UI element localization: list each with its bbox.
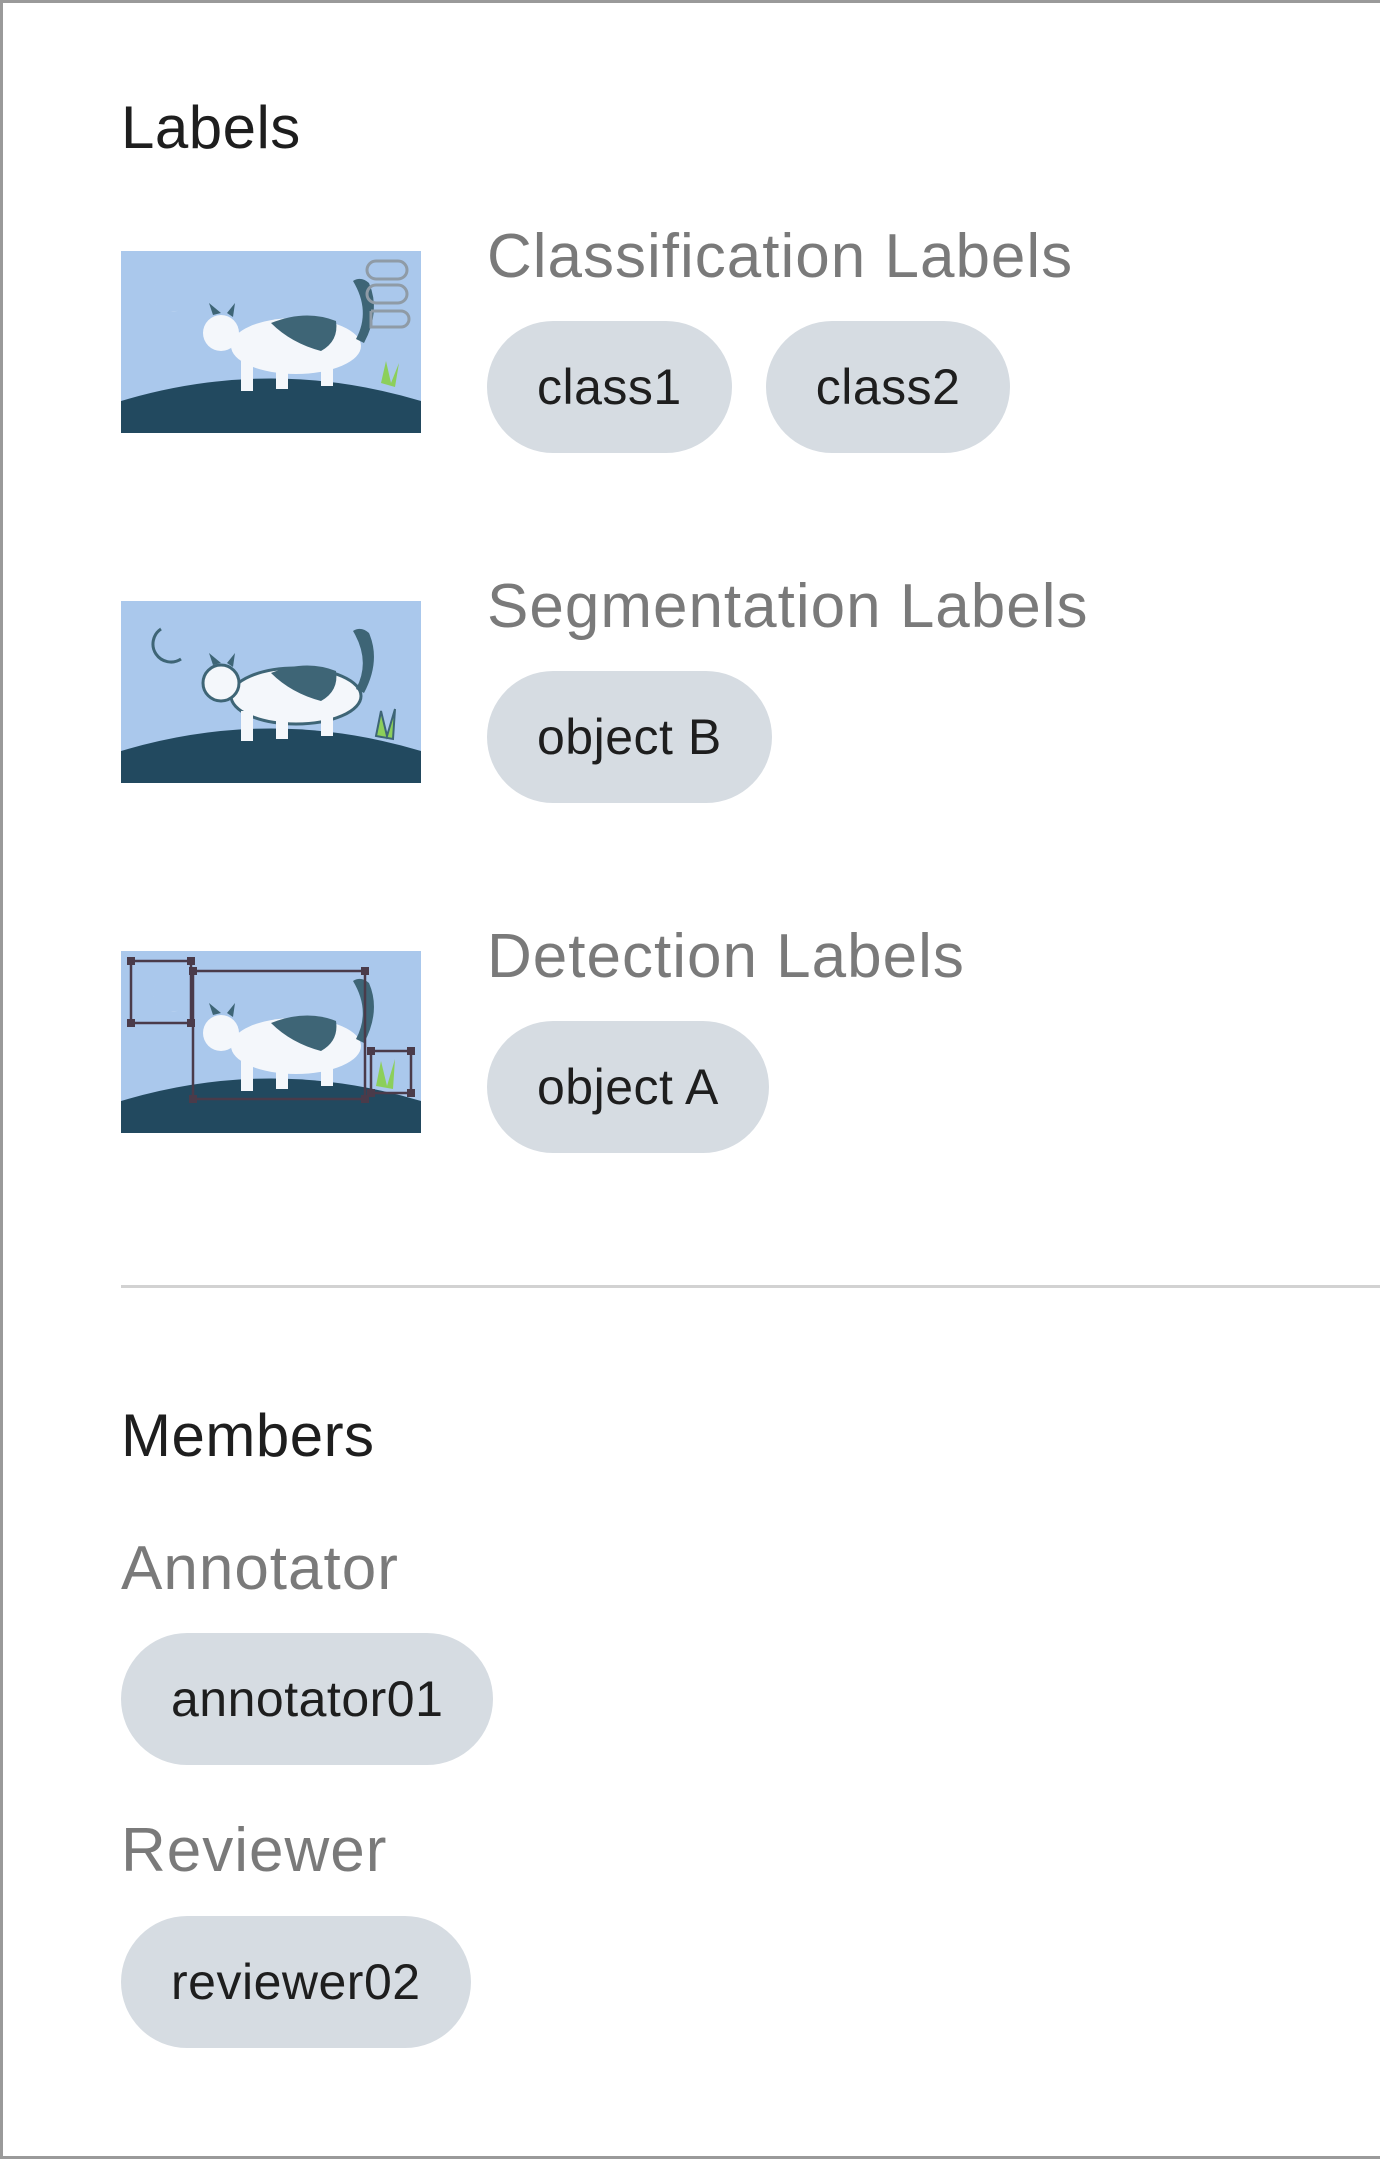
detection-labels-title: Detection Labels bbox=[487, 922, 965, 991]
classification-label-group: Classification Labels class1 class2 bbox=[121, 222, 1321, 453]
label-chip-object-a[interactable]: object A bbox=[487, 1021, 769, 1153]
segmentation-labels-title: Segmentation Labels bbox=[487, 572, 1089, 641]
reviewer-role-title: Reviewer bbox=[121, 1816, 388, 1885]
reviewer-chips: reviewer02 bbox=[121, 1916, 471, 2048]
annotator-chips: annotator01 bbox=[121, 1633, 494, 1765]
detection-chips: object A bbox=[487, 1021, 769, 1153]
segmentation-chips: object B bbox=[487, 671, 772, 803]
project-detail-panel: Labels Classification Labels class1 clas… bbox=[0, 0, 1380, 2159]
label-chip-class2[interactable]: class2 bbox=[765, 321, 1011, 453]
label-chip-object-b[interactable]: object B bbox=[487, 671, 772, 803]
label-chip-class1[interactable]: class1 bbox=[487, 321, 732, 453]
classification-labels-title: Classification Labels bbox=[487, 222, 1074, 291]
detection-label-group: Detection Labels object A bbox=[121, 922, 1321, 1153]
classification-chips: class1 class2 bbox=[487, 321, 1011, 453]
member-chip-reviewer02[interactable]: reviewer02 bbox=[121, 1916, 471, 2048]
classification-thumbnail-icon bbox=[121, 251, 421, 433]
detection-thumbnail-icon bbox=[121, 951, 421, 1133]
segmentation-label-group: Segmentation Labels object B bbox=[121, 572, 1321, 803]
members-section-title: Members bbox=[121, 1402, 375, 1469]
segmentation-thumbnail-icon bbox=[121, 601, 421, 783]
member-chip-annotator01[interactable]: annotator01 bbox=[121, 1633, 494, 1765]
labels-section-title: Labels bbox=[121, 94, 301, 161]
section-divider bbox=[121, 1285, 1380, 1288]
annotator-role-title: Annotator bbox=[121, 1534, 399, 1603]
